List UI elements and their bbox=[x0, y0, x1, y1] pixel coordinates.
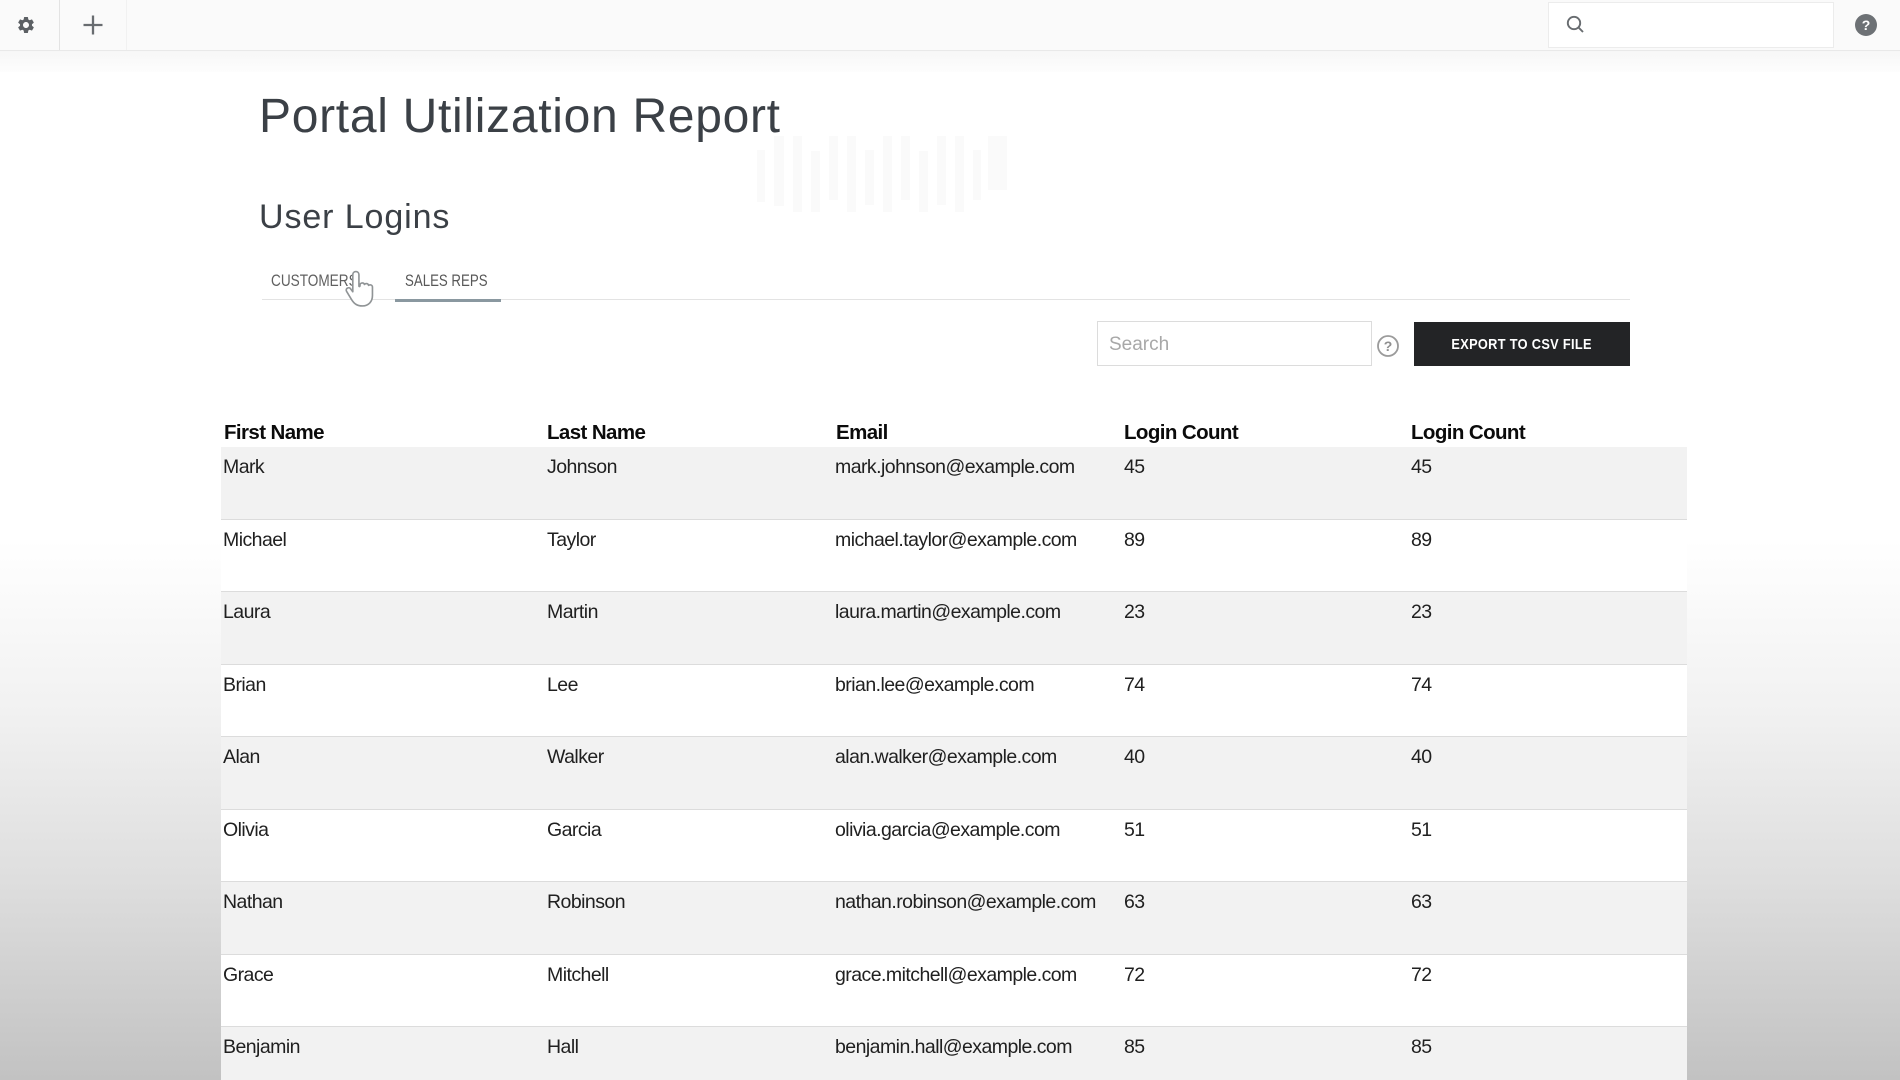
svg-text:?: ? bbox=[1384, 338, 1393, 354]
